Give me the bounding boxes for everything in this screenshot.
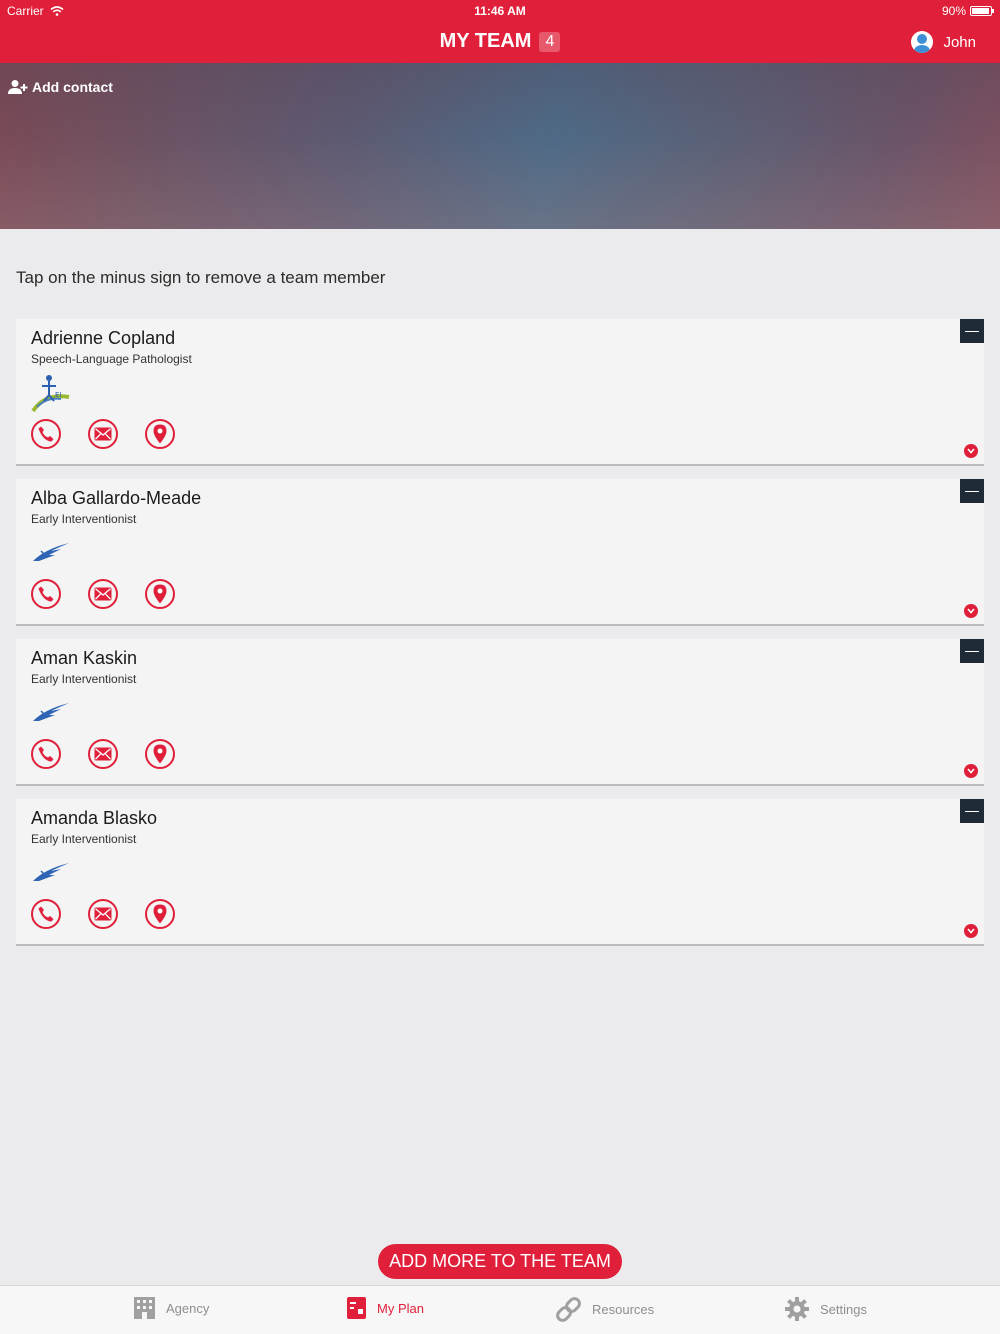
team-member-card: Aman Kaskin Early Interventionist bbox=[16, 639, 984, 786]
phone-icon bbox=[38, 426, 54, 442]
chevron-down-icon bbox=[967, 768, 975, 774]
phone-icon bbox=[38, 906, 54, 922]
status-bar: Carrier 11:46 AM 90% bbox=[0, 0, 1000, 22]
remove-member-button[interactable] bbox=[960, 639, 984, 663]
member-role: Early Interventionist bbox=[31, 672, 137, 686]
tab-resources[interactable]: Resources bbox=[555, 1296, 654, 1323]
phone-icon bbox=[38, 746, 54, 762]
expand-button[interactable] bbox=[964, 444, 978, 458]
team-member-card: Adrienne Copland Speech-Language Patholo… bbox=[16, 319, 984, 466]
member-name: Amanda Blasko bbox=[31, 808, 158, 828]
member-name: Adrienne Copland bbox=[31, 328, 176, 348]
agency-logo bbox=[31, 701, 71, 737]
tab-agency[interactable]: Agency bbox=[133, 1296, 209, 1320]
location-pin-icon bbox=[153, 904, 167, 924]
contact-actions bbox=[31, 899, 175, 929]
agency-logo-slp-icon: EI bbox=[31, 375, 70, 413]
page-title: MY TEAM bbox=[439, 30, 532, 52]
add-contact-label: Add contact bbox=[32, 79, 113, 95]
contact-actions bbox=[31, 419, 175, 449]
member-role: Early Interventionist bbox=[31, 832, 137, 846]
chevron-down-icon bbox=[967, 928, 975, 934]
member-name: Aman Kaskin bbox=[31, 648, 138, 668]
chevron-down-icon bbox=[967, 608, 975, 614]
expand-button[interactable] bbox=[964, 764, 978, 778]
building-icon bbox=[134, 1297, 155, 1319]
agency-logo bbox=[31, 541, 71, 577]
link-icon bbox=[556, 1297, 581, 1322]
instruction-text: Tap on the minus sign to remove a team m… bbox=[16, 268, 386, 287]
remove-member-button[interactable] bbox=[960, 479, 984, 503]
page-title-group: MY TEAM 4 bbox=[0, 30, 1000, 53]
user-name: John bbox=[943, 33, 976, 51]
agency-logo: EI bbox=[31, 373, 71, 413]
battery-percent: 90% bbox=[941, 4, 966, 18]
agency-logo-bird-icon bbox=[33, 863, 69, 881]
status-time: 11:46 AM bbox=[474, 4, 526, 18]
agency-logo bbox=[31, 861, 71, 897]
hero-banner: Add contact bbox=[0, 63, 1000, 229]
user-menu[interactable]: John bbox=[911, 31, 976, 53]
tab-settings[interactable]: Settings bbox=[784, 1296, 867, 1322]
remove-member-button[interactable] bbox=[960, 319, 984, 343]
battery-icon bbox=[970, 6, 994, 16]
team-count-badge: 4 bbox=[539, 31, 561, 52]
tab-my-plan[interactable]: My Plan bbox=[346, 1296, 424, 1320]
gear-icon bbox=[785, 1297, 809, 1321]
location-pin-icon bbox=[153, 584, 167, 604]
call-button[interactable] bbox=[31, 579, 61, 609]
remove-member-button[interactable] bbox=[960, 799, 984, 823]
email-button[interactable] bbox=[88, 419, 118, 449]
location-button[interactable] bbox=[145, 739, 175, 769]
location-pin-icon bbox=[153, 424, 167, 444]
email-button[interactable] bbox=[88, 739, 118, 769]
member-name: Alba Gallardo-Meade bbox=[31, 488, 202, 508]
location-button[interactable] bbox=[145, 579, 175, 609]
tab-agency-label: Agency bbox=[166, 1300, 210, 1316]
email-button[interactable] bbox=[88, 579, 118, 609]
chevron-down-icon bbox=[967, 448, 975, 454]
call-button[interactable] bbox=[31, 899, 61, 929]
add-contact-button[interactable]: Add contact bbox=[8, 79, 113, 95]
team-member-card: Amanda Blasko Early Interventionist bbox=[16, 799, 984, 946]
member-role: Early Interventionist bbox=[31, 512, 137, 526]
call-button[interactable] bbox=[31, 739, 61, 769]
phone-icon bbox=[38, 586, 54, 602]
agency-logo-bird-icon bbox=[33, 543, 69, 561]
tab-resources-label: Resources bbox=[592, 1302, 655, 1317]
add-more-button[interactable]: ADD MORE TO THE TEAM bbox=[378, 1244, 622, 1279]
team-member-card: Alba Gallardo-Meade Early Interventionis… bbox=[16, 479, 984, 626]
contact-actions bbox=[31, 739, 175, 769]
mail-icon bbox=[94, 427, 112, 441]
call-button[interactable] bbox=[31, 419, 61, 449]
expand-button[interactable] bbox=[964, 604, 978, 618]
agency-logo-bird-icon bbox=[33, 703, 69, 721]
tab-settings-label: Settings bbox=[820, 1301, 867, 1317]
mail-icon bbox=[94, 587, 112, 601]
user-avatar-icon bbox=[911, 31, 934, 53]
email-button[interactable] bbox=[88, 899, 118, 929]
location-button[interactable] bbox=[145, 419, 175, 449]
location-button[interactable] bbox=[145, 899, 175, 929]
tab-my-plan-label: My Plan bbox=[377, 1300, 424, 1316]
mail-icon bbox=[94, 747, 112, 761]
location-pin-icon bbox=[153, 744, 167, 764]
add-contact-icon bbox=[8, 80, 28, 94]
svg-text:EI: EI bbox=[55, 391, 62, 399]
battery-indicator: 90% bbox=[941, 4, 994, 18]
top-bar: Carrier 11:46 AM 90% MY TEAM 4 John bbox=[0, 0, 1000, 63]
mail-icon bbox=[94, 907, 112, 921]
expand-button[interactable] bbox=[964, 924, 978, 938]
contact-actions bbox=[31, 579, 175, 609]
plan-icon bbox=[347, 1297, 366, 1319]
member-role: Speech-Language Pathologist bbox=[31, 352, 192, 366]
tab-bar: Agency My Plan Resources Settings bbox=[0, 1285, 1000, 1334]
